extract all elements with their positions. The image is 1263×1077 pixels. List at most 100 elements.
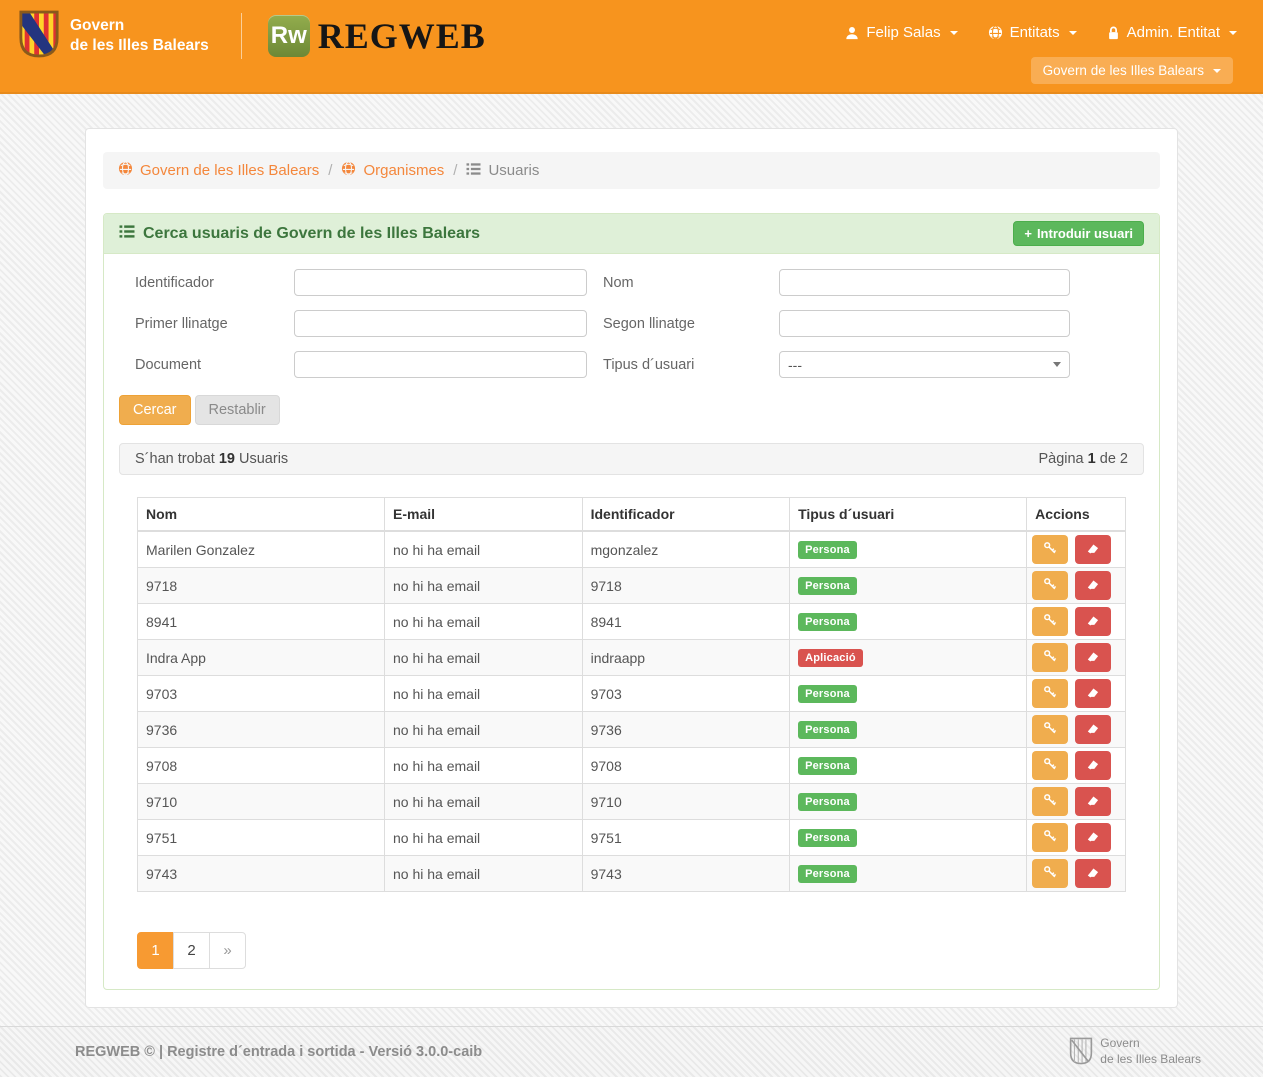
cell-nom: 9708	[138, 748, 385, 784]
delete-eraser-button[interactable]	[1075, 715, 1111, 744]
permissions-key-button[interactable]	[1032, 715, 1068, 744]
delete-eraser-button[interactable]	[1075, 823, 1111, 852]
cell-actions	[1027, 748, 1126, 784]
chevron-down-icon	[1213, 69, 1221, 73]
cell-actions	[1027, 712, 1126, 748]
tipus-usuari-label: Tipus d´usuari	[587, 357, 779, 373]
cell-actions	[1027, 604, 1126, 640]
page-next-button[interactable]: »	[209, 932, 246, 969]
app-footer: REGWEB © | Registre d´entrada i sortida …	[0, 1026, 1263, 1077]
search-panel: Cerca usuaris de Govern de les Illes Bal…	[103, 213, 1160, 990]
nom-input[interactable]	[779, 269, 1070, 296]
user-type-badge: Persona	[798, 757, 857, 775]
permissions-key-button[interactable]	[1032, 787, 1068, 816]
key-icon	[1043, 721, 1057, 738]
breadcrumb-item-govern[interactable]: Govern de les Illes Balears	[118, 161, 319, 180]
tipus-usuari-select[interactable]: ---	[779, 351, 1070, 378]
permissions-key-button[interactable]	[1032, 751, 1068, 780]
search-form: Identificador Nom Primer llinatge Segon …	[119, 269, 1144, 378]
cell-identificador: 9708	[582, 748, 789, 784]
delete-eraser-button[interactable]	[1075, 643, 1111, 672]
table-row: 9718 no hi ha email 9718 Persona	[138, 568, 1126, 604]
page-button-2[interactable]: 2	[173, 932, 210, 969]
identificador-label: Identificador	[119, 275, 294, 291]
permissions-key-button[interactable]	[1032, 571, 1068, 600]
breadcrumb-item-usuaris: Usuaris	[466, 162, 539, 180]
cell-email: no hi ha email	[385, 568, 583, 604]
delete-eraser-button[interactable]	[1075, 787, 1111, 816]
permissions-key-button[interactable]	[1032, 535, 1068, 564]
app-title: REGWEB	[318, 15, 486, 57]
globe-icon	[988, 25, 1003, 40]
entity-selector-button[interactable]: Govern de les Illes Balears	[1031, 57, 1233, 84]
key-icon	[1043, 793, 1057, 810]
table-row: 8941 no hi ha email 8941 Persona	[138, 604, 1126, 640]
user-type-badge: Persona	[798, 721, 857, 739]
primer-llinatge-input[interactable]	[294, 310, 587, 337]
cell-actions	[1027, 784, 1126, 820]
results-count-text: S´han trobat 19 Usuaris	[135, 451, 288, 467]
key-icon	[1043, 829, 1057, 846]
current-page-number: 1	[1088, 451, 1096, 467]
key-icon	[1043, 577, 1057, 594]
column-header-identificador: Identificador	[582, 498, 789, 532]
key-icon	[1043, 865, 1057, 882]
permissions-key-button[interactable]	[1032, 679, 1068, 708]
delete-eraser-button[interactable]	[1075, 679, 1111, 708]
key-icon	[1043, 649, 1057, 666]
permissions-key-button[interactable]	[1032, 823, 1068, 852]
search-panel-body: Identificador Nom Primer llinatge Segon …	[104, 254, 1159, 989]
user-type-badge: Persona	[798, 613, 857, 631]
users-table-body: Marilen Gonzalez no hi ha email mgonzale…	[138, 531, 1126, 892]
user-type-badge: Persona	[798, 829, 857, 847]
nav-user-menu[interactable]: Felip Salas	[845, 24, 957, 41]
panel-title: Cerca usuaris de Govern de les Illes Bal…	[119, 224, 480, 244]
nav-entitats-menu[interactable]: Entitats	[988, 24, 1077, 41]
table-row: 9710 no hi ha email 9710 Persona	[138, 784, 1126, 820]
search-panel-heading: Cerca usuaris de Govern de les Illes Bal…	[104, 214, 1159, 254]
delete-eraser-button[interactable]	[1075, 571, 1111, 600]
eraser-icon	[1086, 577, 1100, 594]
page-indicator: Pàgina 1 de 2	[1038, 451, 1128, 467]
eraser-icon	[1086, 541, 1100, 558]
user-icon	[845, 26, 859, 40]
cell-actions	[1027, 676, 1126, 712]
permissions-key-button[interactable]	[1032, 859, 1068, 888]
cell-email: no hi ha email	[385, 676, 583, 712]
pagination: 1 2 »	[137, 932, 246, 969]
add-user-button[interactable]: + Introduir usuari	[1013, 221, 1144, 246]
globe-icon	[341, 161, 356, 180]
delete-eraser-button[interactable]	[1075, 607, 1111, 636]
table-row: Marilen Gonzalez no hi ha email mgonzale…	[138, 531, 1126, 568]
plus-icon: +	[1024, 226, 1032, 241]
breadcrumb-item-organismes[interactable]: Organismes	[341, 161, 444, 180]
page-button-1[interactable]: 1	[137, 932, 174, 969]
table-row: 9751 no hi ha email 9751 Persona	[138, 820, 1126, 856]
brand: Govern de les Illes Balears Rw REGWEB	[18, 9, 486, 62]
cell-identificador: 9703	[582, 676, 789, 712]
identificador-input[interactable]	[294, 269, 587, 296]
permissions-key-button[interactable]	[1032, 607, 1068, 636]
nav-admin-menu[interactable]: Admin. Entitat	[1107, 24, 1237, 41]
column-header-accions: Accions	[1027, 498, 1126, 532]
eraser-icon	[1086, 829, 1100, 846]
breadcrumb: Govern de les Illes Balears / Organismes…	[103, 152, 1160, 189]
column-header-tipus: Tipus d´usuari	[790, 498, 1027, 532]
delete-eraser-button[interactable]	[1075, 751, 1111, 780]
reset-button[interactable]: Restablir	[195, 395, 280, 425]
key-icon	[1043, 541, 1057, 558]
users-table-header: Nom E-mail Identificador Tipus d´usuari …	[138, 498, 1126, 532]
chevron-down-icon	[950, 31, 958, 35]
delete-eraser-button[interactable]	[1075, 859, 1111, 888]
document-input[interactable]	[294, 351, 587, 378]
list-icon	[466, 162, 481, 180]
cell-nom: Marilen Gonzalez	[138, 531, 385, 568]
cell-nom: 9703	[138, 676, 385, 712]
permissions-key-button[interactable]	[1032, 643, 1068, 672]
cell-identificador: mgonzalez	[582, 531, 789, 568]
cell-identificador: indraapp	[582, 640, 789, 676]
search-button[interactable]: Cercar	[119, 395, 191, 425]
segon-llinatge-input[interactable]	[779, 310, 1070, 337]
table-row: 9736 no hi ha email 9736 Persona	[138, 712, 1126, 748]
delete-eraser-button[interactable]	[1075, 535, 1111, 564]
